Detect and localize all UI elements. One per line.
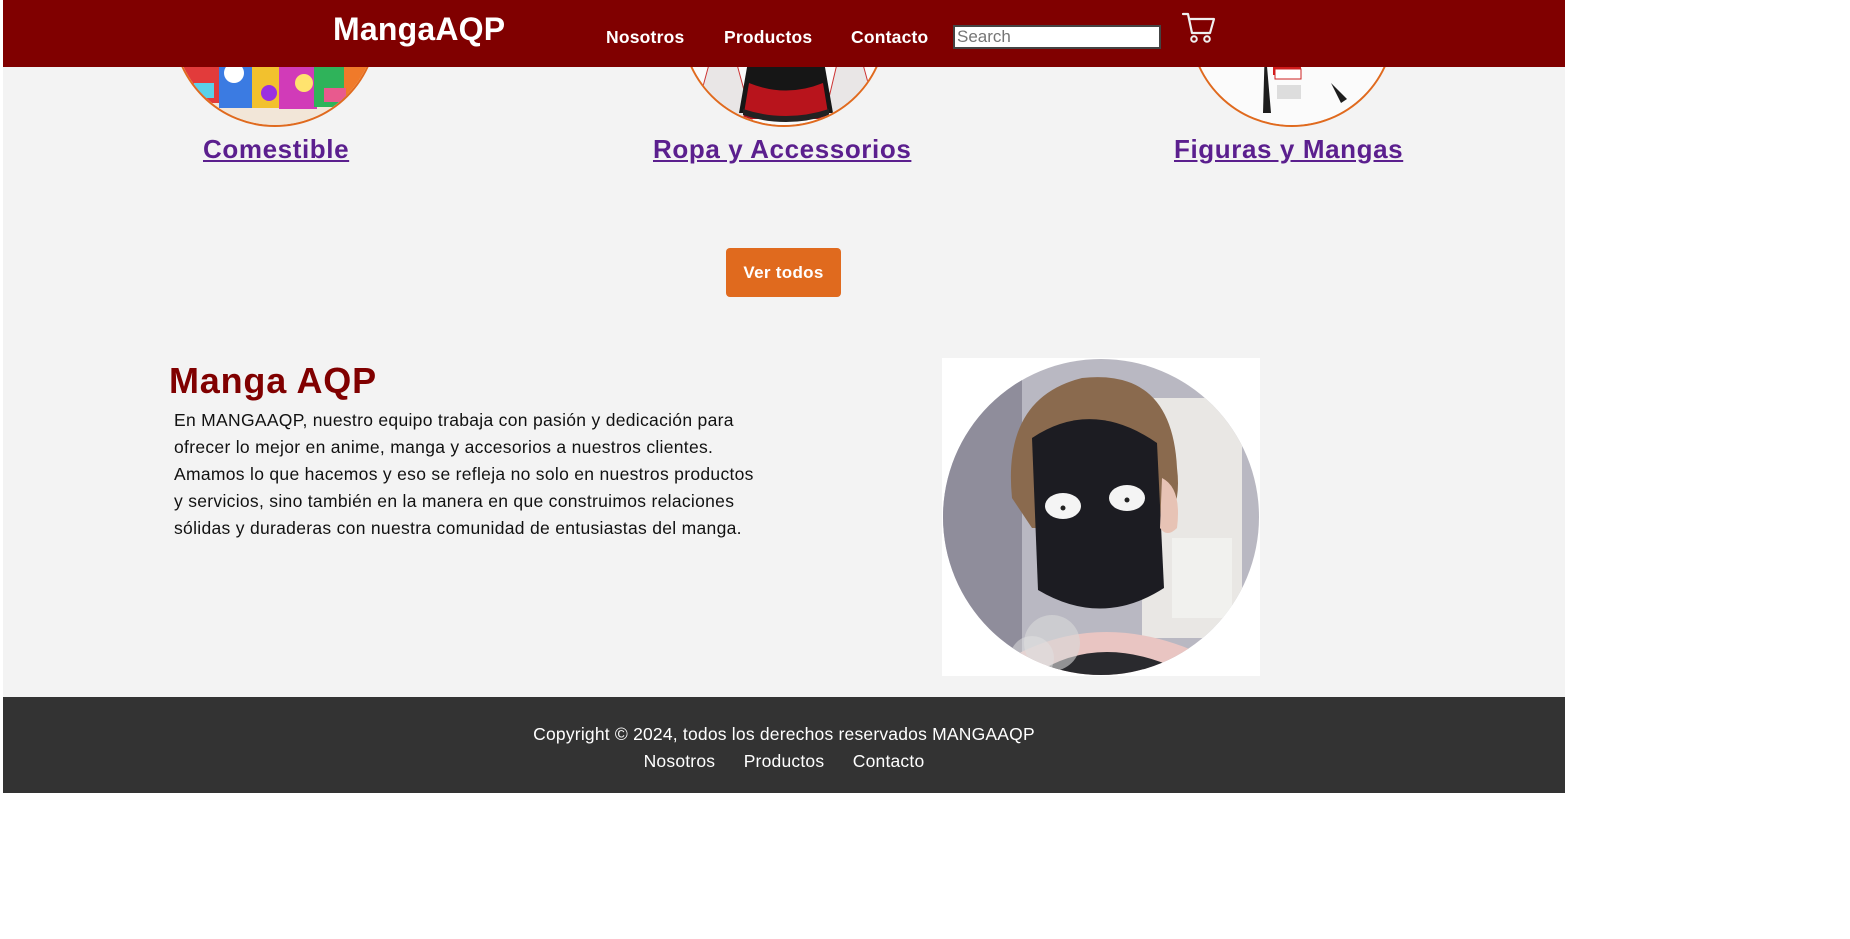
footer-nav: Nosotros Productos Contacto <box>3 751 1565 772</box>
about-text: En MANGAAQP, nuestro equipo trabaja con … <box>174 410 754 538</box>
category-link-ropa[interactable]: Ropa y Accessorios <box>653 134 911 165</box>
footer-link-productos[interactable]: Productos <box>744 751 825 771</box>
footer-link-nosotros[interactable]: Nosotros <box>644 751 716 771</box>
search-input[interactable] <box>953 25 1161 49</box>
nav-productos[interactable]: Productos <box>724 27 812 48</box>
nav-contacto[interactable]: Contacto <box>851 27 928 48</box>
category-link-figuras[interactable]: Figuras y Mangas <box>1174 134 1403 165</box>
copyright-text: Copyright © 2024, todos los derechos res… <box>533 724 1035 744</box>
masked-character-image <box>943 359 1259 675</box>
site-logo[interactable]: MangaAQP <box>333 11 505 48</box>
page: MangaAQP Nosotros Productos Contacto Com… <box>3 0 1565 793</box>
shopping-cart-icon[interactable] <box>1181 10 1217 46</box>
nav-nosotros[interactable]: Nosotros <box>606 27 684 48</box>
site-header: MangaAQP Nosotros Productos Contacto <box>3 0 1565 67</box>
view-all-button[interactable]: Ver todos <box>726 248 841 297</box>
category-link-comestible[interactable]: Comestible <box>203 134 349 165</box>
site-footer: Copyright © 2024, todos los derechos res… <box>3 697 1565 793</box>
about-image-frame <box>942 358 1260 676</box>
footer-link-contacto[interactable]: Contacto <box>853 751 925 771</box>
about-title: Manga AQP <box>169 360 377 401</box>
